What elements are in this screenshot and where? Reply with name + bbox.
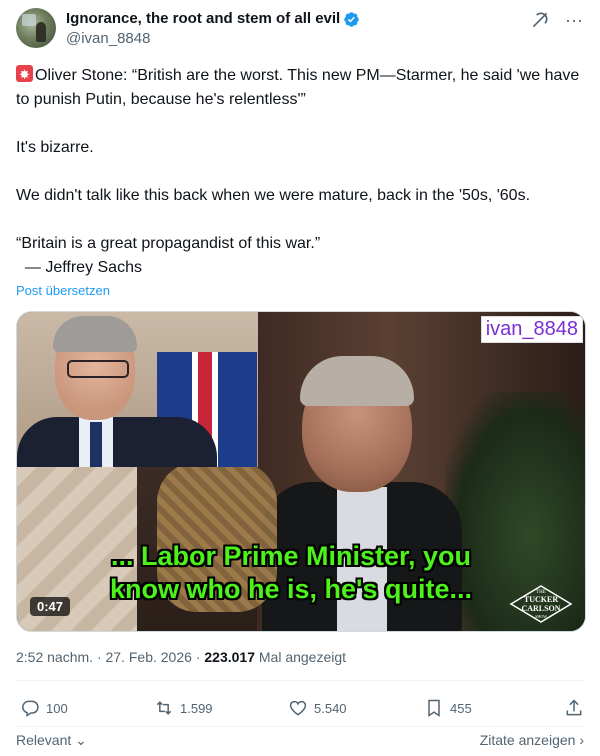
show-logo: THE TUCKER CARLSON SHOW [509, 585, 573, 623]
views-count: 223.017 [204, 649, 255, 665]
reply-count: 100 [46, 700, 68, 716]
bookmark-count: 455 [450, 700, 472, 716]
tweet-time[interactable]: 2:52 nachm. [16, 649, 93, 665]
siren-emoji-icon [16, 63, 33, 87]
reply-button[interactable]: 100 [20, 698, 68, 718]
tweet-line-4: “Britain is a great propagandist of this… [16, 235, 321, 252]
tweet-line-3: We didn't talk like this back when we we… [16, 187, 531, 204]
grok-icon[interactable] [530, 10, 550, 30]
svg-text:CARLSON: CARLSON [521, 604, 560, 613]
chevron-down-icon: ⌄ [75, 732, 87, 748]
tweet-meta: 2:52 nachm. · 27. Feb. 2026 · 223.017 Ma… [16, 649, 347, 665]
caption-line-2: know who he is, he's quite... [110, 574, 472, 604]
video-duration: 0:47 [30, 597, 71, 616]
avatar-sky [22, 14, 36, 26]
repost-icon [156, 701, 172, 715]
more-icon[interactable]: ··· [564, 10, 584, 30]
svg-text:TUCKER: TUCKER [524, 595, 558, 604]
bookmark-icon [428, 699, 440, 717]
avatar-figure [36, 22, 46, 42]
repost-count: 1.599 [180, 700, 213, 716]
tweet-text: Oliver Stone: “British are the worst. Th… [16, 63, 586, 280]
repost-button[interactable]: 1.599 [154, 698, 213, 718]
author-name[interactable]: Ignorance, the root and stem of all evil [66, 10, 340, 28]
tweet-line-1: Oliver Stone: “British are the worst. Th… [16, 63, 586, 112]
video-caption: ... Labor Prime Minister, you know who h… [81, 540, 501, 606]
reply-icon [22, 700, 39, 717]
like-button[interactable]: 5.540 [288, 698, 347, 718]
view-quotes-link[interactable]: Zitate anzeigen › [480, 732, 584, 748]
svg-text:SHOW: SHOW [535, 614, 547, 619]
translate-link[interactable]: Post übersetzen [16, 283, 110, 298]
author-avatar[interactable] [16, 8, 56, 48]
share-button[interactable] [564, 698, 584, 718]
header-actions: ··· [530, 10, 584, 30]
share-icon [566, 699, 582, 716]
chevron-right-icon: › [579, 732, 584, 748]
action-bar: 100 1.599 5.540 455 [16, 698, 584, 722]
sort-dropdown[interactable]: Relevant ⌄ [16, 732, 87, 749]
tweet-date[interactable]: 27. Feb. 2026 [106, 649, 192, 665]
like-count: 5.540 [314, 700, 347, 716]
bookmark-button[interactable]: 455 [424, 698, 472, 718]
views-label: Mal angezeigt [258, 649, 347, 665]
author-handle[interactable]: @ivan_8848 [66, 30, 150, 47]
inset-photo [17, 312, 258, 467]
tweet-line-2: It's bizarre. [16, 139, 94, 156]
author-name-row[interactable]: Ignorance, the root and stem of all evil [66, 10, 360, 28]
watermark-label: ivan_8848 [480, 316, 583, 343]
tweet-line-5: — Jeffrey Sachs [16, 259, 142, 276]
divider [16, 680, 584, 681]
video-player[interactable]: ivan_8848 ... Labor Prime Minister, you … [16, 311, 586, 632]
heart-icon [289, 700, 307, 716]
verified-badge-icon [344, 11, 359, 27]
tweet-header: Ignorance, the root and stem of all evil… [16, 8, 584, 54]
divider [16, 726, 584, 727]
caption-line-1: ... Labor Prime Minister, you [110, 541, 472, 571]
